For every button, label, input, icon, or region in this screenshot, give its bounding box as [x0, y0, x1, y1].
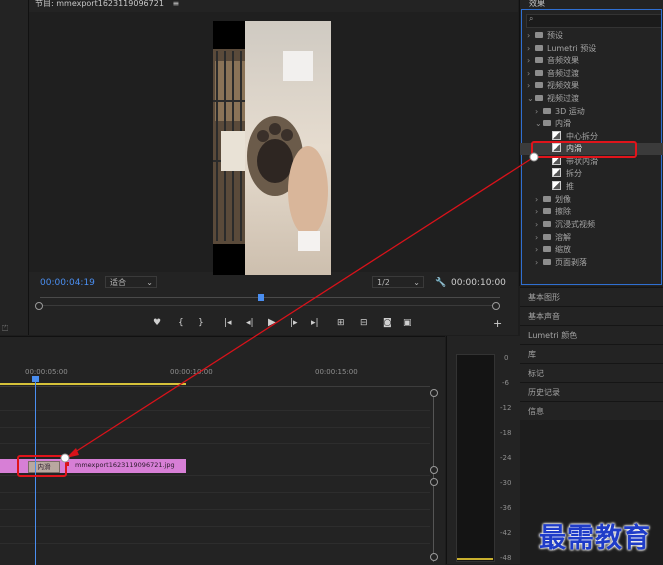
annotation-arrow: [60, 152, 539, 463]
watermark-logo: 最需教育: [539, 523, 651, 554]
